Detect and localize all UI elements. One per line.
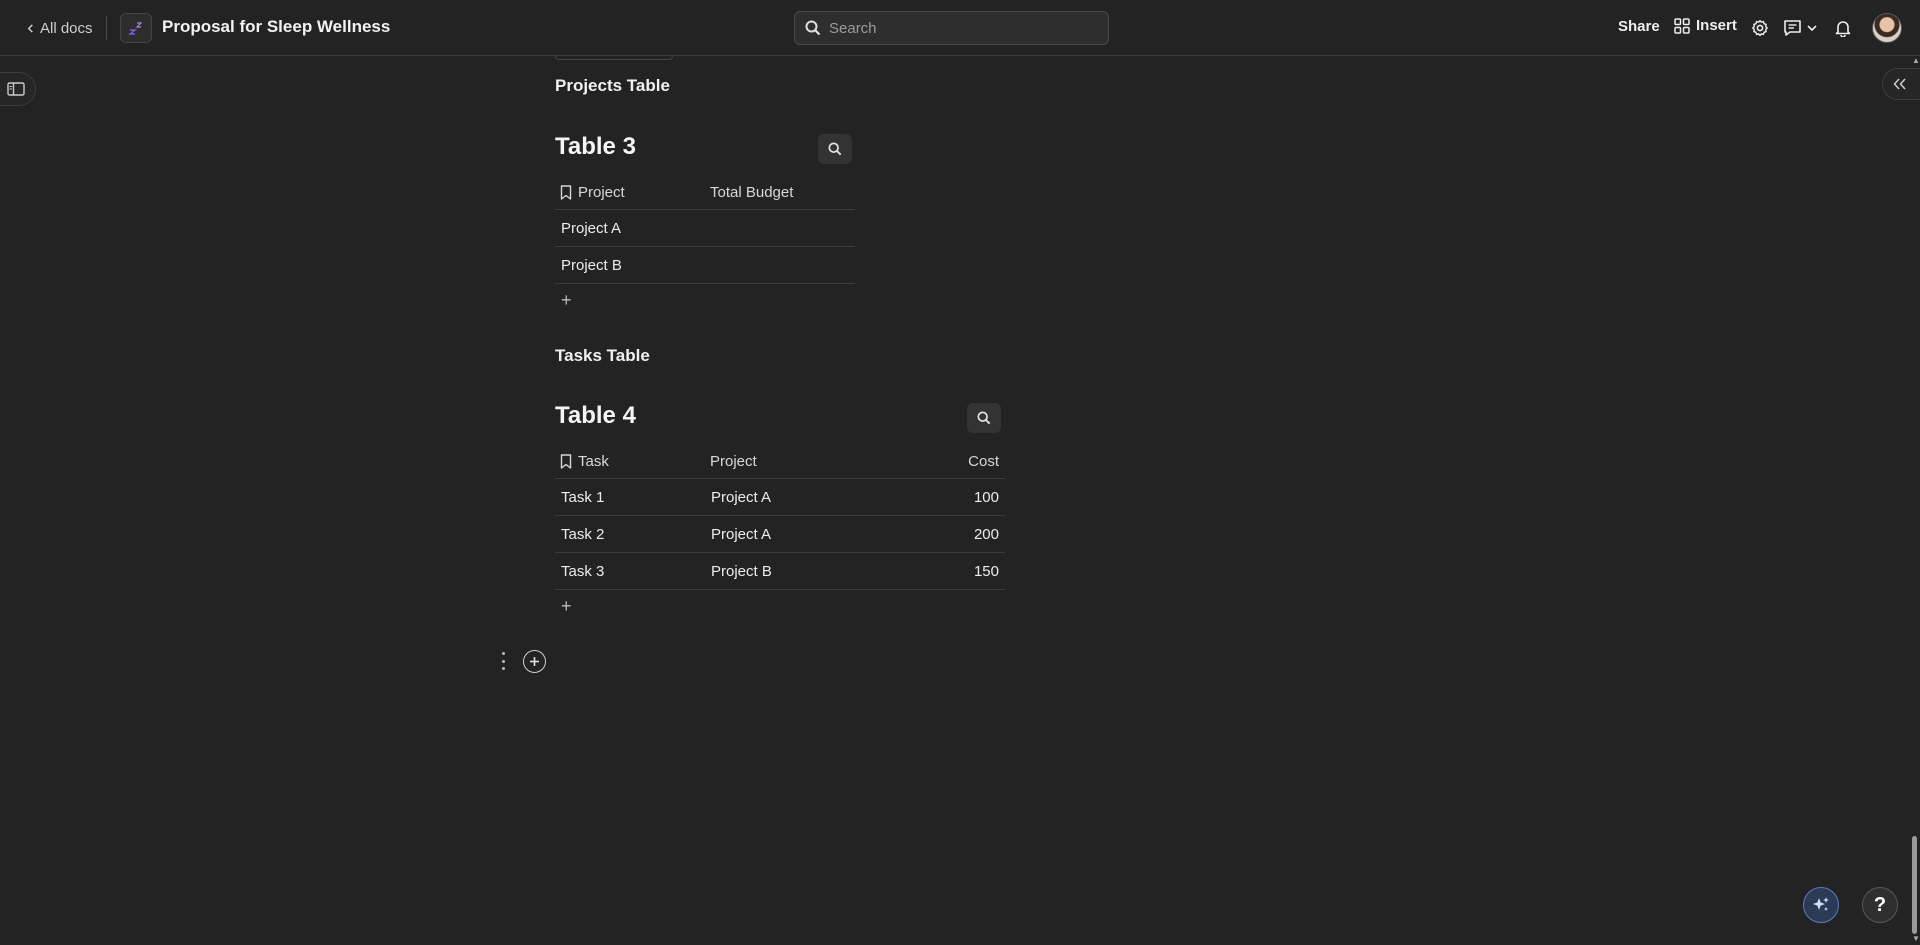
table-row[interactable]: Task 3 Project B 150 — [555, 553, 1005, 590]
help-button[interactable]: ? — [1862, 887, 1898, 923]
table-3: Project Total Budget Project A Project B — [555, 174, 855, 284]
column-label: Project — [710, 453, 757, 470]
cell-project[interactable]: Project B — [711, 563, 772, 580]
settings-button[interactable] — [1749, 17, 1771, 39]
share-button[interactable]: Share — [1618, 18, 1660, 35]
grid-icon — [1674, 17, 1690, 34]
search-box[interactable] — [794, 11, 1109, 45]
column-label: Cost — [968, 453, 999, 470]
top-bar: All docs Proposal for Sleep Wellness Sha… — [0, 0, 1920, 56]
column-header-project[interactable]: Project — [710, 453, 757, 470]
left-panel-toggle[interactable] — [0, 72, 36, 106]
table-4-add-row-button[interactable]: + — [561, 596, 572, 617]
table-4: Task Project Cost Task 1 Project A 100 T… — [555, 443, 1005, 590]
doc-icon[interactable] — [120, 13, 152, 43]
avatar[interactable] — [1872, 13, 1902, 43]
insert-label: Insert — [1696, 17, 1737, 34]
cell-cost[interactable]: 200 — [974, 526, 999, 543]
insert-button[interactable]: Insert — [1674, 17, 1737, 34]
previous-block-edge — [555, 56, 673, 60]
all-docs-link[interactable]: All docs — [26, 18, 93, 38]
scroll-down-arrow[interactable]: ▼ — [1912, 934, 1920, 943]
cell-task[interactable]: Task 3 — [561, 563, 604, 580]
table-row[interactable]: Task 1 Project A 100 — [555, 479, 1005, 516]
search-icon — [805, 20, 821, 36]
block-menu-handle[interactable] — [499, 652, 507, 670]
chevron-down-icon — [1807, 25, 1817, 32]
column-header-cost[interactable]: Cost — [968, 453, 999, 470]
bell-icon — [1835, 21, 1851, 37]
comments-dropdown[interactable] — [1805, 17, 1819, 39]
cell-project[interactable]: Project A — [561, 220, 621, 237]
double-chevron-left-icon — [1893, 78, 1906, 90]
table-4-title[interactable]: Table 4 — [555, 402, 636, 430]
cell-task[interactable]: Task 1 — [561, 489, 604, 506]
column-label: Project — [578, 184, 625, 201]
plus-icon — [530, 657, 539, 666]
bookmark-icon — [560, 185, 572, 200]
search-input[interactable] — [829, 19, 1089, 37]
gear-icon — [1752, 19, 1768, 37]
column-header-project[interactable]: Project — [560, 184, 625, 201]
table-row[interactable]: Project B — [555, 247, 855, 284]
cell-cost[interactable]: 150 — [974, 563, 999, 580]
cell-project[interactable]: Project A — [711, 526, 771, 543]
comment-icon — [1783, 20, 1801, 36]
bookmark-icon — [560, 454, 572, 469]
cell-project[interactable]: Project B — [561, 257, 622, 274]
comments-button[interactable] — [1781, 17, 1803, 39]
table-row[interactable]: Task 2 Project A 200 — [555, 516, 1005, 553]
projects-table-heading: Projects Table — [555, 76, 670, 95]
scrollbar-thumb[interactable] — [1912, 836, 1917, 934]
table-3-add-row-button[interactable]: + — [561, 290, 572, 311]
table-3-title[interactable]: Table 3 — [555, 133, 636, 161]
table-4-search-button[interactable] — [967, 403, 1001, 433]
cell-project[interactable]: Project A — [711, 489, 771, 506]
notifications-button[interactable] — [1832, 17, 1854, 39]
sidebar-icon — [7, 82, 25, 96]
divider — [106, 16, 107, 40]
add-block-button[interactable] — [523, 650, 546, 673]
cell-cost[interactable]: 100 — [974, 489, 999, 506]
table-header-row: Project Total Budget — [555, 174, 855, 210]
column-label: Task — [578, 453, 609, 470]
column-header-total-budget[interactable]: Total Budget — [710, 184, 793, 201]
sparkle-icon — [1813, 897, 1829, 911]
ai-assistant-button[interactable] — [1803, 887, 1839, 923]
doc-title[interactable]: Proposal for Sleep Wellness — [162, 17, 390, 37]
sleep-icon — [128, 22, 143, 35]
dot — [501, 652, 505, 655]
table-header-row: Task Project Cost — [555, 443, 1005, 479]
column-label: Total Budget — [710, 184, 794, 201]
table-3-search-button[interactable] — [818, 134, 852, 164]
search-icon — [828, 142, 842, 156]
chevron-left-icon — [27, 23, 33, 33]
all-docs-label: All docs — [40, 19, 93, 37]
tasks-table-heading: Tasks Table — [555, 346, 650, 365]
scrollbar[interactable] — [1910, 60, 1918, 940]
search-icon — [977, 411, 991, 425]
column-header-task[interactable]: Task — [560, 453, 609, 470]
cell-task[interactable]: Task 2 — [561, 526, 604, 543]
dot — [501, 667, 505, 670]
dot — [501, 659, 505, 663]
table-row[interactable]: Project A — [555, 210, 855, 247]
